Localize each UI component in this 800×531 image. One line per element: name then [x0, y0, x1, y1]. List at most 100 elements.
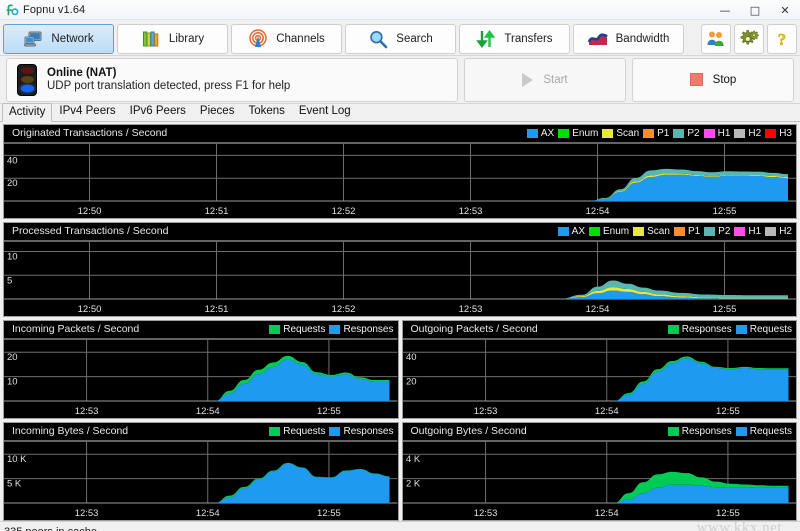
tab-tokens[interactable]: Tokens	[241, 102, 291, 121]
legend-item-scan[interactable]: Scan	[602, 128, 639, 139]
svg-text:2 K: 2 K	[405, 479, 420, 490]
legend-label: P2	[718, 226, 730, 237]
svg-text:12:54: 12:54	[594, 508, 618, 519]
traffic-light-red	[21, 67, 34, 74]
tab-ipv6-peers[interactable]: IPv6 Peers	[123, 102, 193, 121]
svg-text:10 K: 10 K	[7, 454, 27, 465]
legend-swatch-icon	[734, 129, 745, 138]
svg-text:12:52: 12:52	[332, 304, 356, 315]
svg-text:5 K: 5 K	[7, 479, 22, 490]
svg-text:12:50: 12:50	[78, 304, 102, 315]
toolbar-tab-library[interactable]: Library	[117, 24, 228, 54]
toolbar-tab-search[interactable]: Search	[345, 24, 456, 54]
legend-item-h3[interactable]: H3	[765, 128, 792, 139]
svg-text:12:53: 12:53	[75, 508, 99, 519]
legend-swatch-icon	[633, 227, 644, 236]
stop-button[interactable]: Stop	[632, 58, 794, 102]
connection-status-row: Online (NAT) UDP port translation detect…	[0, 56, 800, 104]
legend-label: Responses	[682, 426, 732, 437]
chart-legend: Requests Responses	[269, 324, 393, 335]
legend-swatch-icon	[269, 427, 280, 436]
chart-originated-transactions[interactable]: Originated Transactions / Second AXEnumS…	[3, 124, 797, 219]
legend-swatch-icon	[589, 227, 600, 236]
legend-item-enum[interactable]: Enum	[589, 226, 629, 237]
traffic-light-amber	[21, 76, 34, 83]
chart-title: Outgoing Bytes / Second	[411, 425, 527, 437]
chart-outgoing-packets[interactable]: Outgoing Packets / Second Responses Reque…	[402, 320, 798, 419]
chart-processed-transactions[interactable]: Processed Transactions / Second AXEnumSc…	[3, 222, 797, 317]
antenna-icon	[248, 29, 268, 49]
magnifier-icon	[368, 29, 388, 49]
chart-incoming-bytes[interactable]: Incoming Bytes / Second RequestsResponse…	[3, 422, 399, 521]
legend-label: Responses	[343, 426, 393, 437]
legend-item-responses[interactable]: Responses	[668, 426, 732, 437]
chart-title: Outgoing Packets / Second	[411, 323, 538, 335]
connection-status-title: Online (NAT)	[47, 67, 290, 79]
legend-item-h1[interactable]: H1	[704, 128, 731, 139]
tab-pieces[interactable]: Pieces	[193, 102, 242, 121]
tab-activity[interactable]: Activity	[2, 103, 52, 122]
legend-item-requests[interactable]: Requests	[736, 426, 792, 437]
chart-legend: AX Enum Scan P1 P2 H1 H2	[558, 226, 792, 237]
toolbar-tab-bandwidth[interactable]: Bandwidth	[573, 24, 684, 54]
svg-text:12:53: 12:53	[473, 406, 497, 417]
legend-item-requests[interactable]: Requests	[269, 324, 325, 335]
legend-swatch-icon	[668, 427, 679, 436]
svg-text:12:53: 12:53	[459, 304, 483, 315]
svg-text:12:51: 12:51	[205, 206, 229, 217]
help-button[interactable]: ?	[767, 24, 797, 54]
users-button[interactable]	[701, 24, 731, 54]
legend-item-p2[interactable]: P2	[673, 128, 699, 139]
tab-event-log[interactable]: Event Log	[292, 102, 358, 121]
wave-chart-icon	[588, 29, 608, 49]
legend-item-ax[interactable]: AX	[527, 128, 554, 139]
tab-ipv4-peers[interactable]: IPv4 Peers	[52, 102, 122, 121]
fopnu-logo-icon	[6, 4, 18, 16]
legend-item-p1[interactable]: P1	[674, 226, 700, 237]
toolbar-tab-network[interactable]: Network	[3, 24, 114, 54]
toolbar-tab-transfers[interactable]: Transfers	[459, 24, 570, 54]
legend-item-h2[interactable]: H2	[765, 226, 792, 237]
minimize-button[interactable]: —	[710, 0, 740, 20]
chart-plot-area: 12:5312:5412:551020	[4, 337, 398, 418]
legend-label: AX	[541, 128, 554, 139]
toolbar-tab-channels[interactable]: Channels	[231, 24, 342, 54]
traffic-light-blue	[21, 85, 34, 92]
legend-item-responses[interactable]: Responses	[329, 426, 393, 437]
chart-row-packets: Incoming Packets / Second RequestsRespon…	[3, 320, 797, 419]
svg-text:12:55: 12:55	[713, 206, 737, 217]
stop-button-label: Stop	[713, 74, 737, 86]
legend-item-requests[interactable]: Requests	[736, 324, 792, 335]
chart-outgoing-bytes[interactable]: Outgoing Bytes / Second Responses Request…	[402, 422, 798, 521]
legend-item-scan[interactable]: Scan	[633, 226, 670, 237]
start-button[interactable]: Start	[464, 58, 626, 102]
svg-text:20: 20	[7, 352, 18, 363]
chart-row-bytes: Incoming Bytes / Second RequestsResponse…	[3, 422, 797, 521]
legend-item-h1[interactable]: H1	[734, 226, 761, 237]
legend-label: P1	[657, 128, 669, 139]
up-down-arrows-icon	[476, 29, 496, 49]
legend-swatch-icon	[765, 129, 776, 138]
chart-incoming-packets[interactable]: Incoming Packets / Second RequestsRespon…	[3, 320, 399, 419]
svg-text:12:55: 12:55	[716, 406, 740, 417]
connection-status-text: Online (NAT) UDP port translation detect…	[47, 67, 290, 92]
legend-label: AX	[572, 226, 585, 237]
legend-item-h2[interactable]: H2	[734, 128, 761, 139]
watermark-url: www.kkx.net	[697, 520, 782, 531]
legend-item-ax[interactable]: AX	[558, 226, 585, 237]
legend-label: H3	[779, 128, 792, 139]
legend-item-enum[interactable]: Enum	[558, 128, 598, 139]
statusbar-text: 335 peers in cache	[4, 526, 97, 531]
legend-item-p2[interactable]: P2	[704, 226, 730, 237]
svg-text:12:54: 12:54	[196, 406, 220, 417]
connection-status-subtitle: UDP port translation detected, press F1 …	[47, 80, 290, 92]
legend-item-responses[interactable]: Responses	[668, 324, 732, 335]
svg-text:12:52: 12:52	[332, 206, 356, 217]
settings-button[interactable]	[734, 24, 764, 54]
legend-item-requests[interactable]: Requests	[269, 426, 325, 437]
maximize-button[interactable]: □	[740, 0, 770, 20]
legend-item-p1[interactable]: P1	[643, 128, 669, 139]
close-button[interactable]: ✕	[770, 0, 800, 20]
legend-label: Scan	[647, 226, 670, 237]
legend-item-responses[interactable]: Responses	[329, 324, 393, 335]
